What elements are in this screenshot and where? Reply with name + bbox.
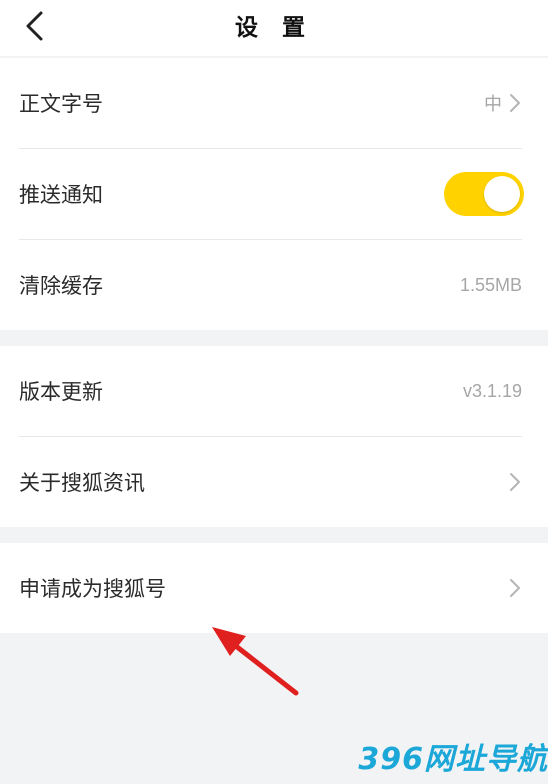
watermark-logo: 396网址导航	[358, 742, 548, 777]
red-arrow-icon	[212, 627, 299, 696]
